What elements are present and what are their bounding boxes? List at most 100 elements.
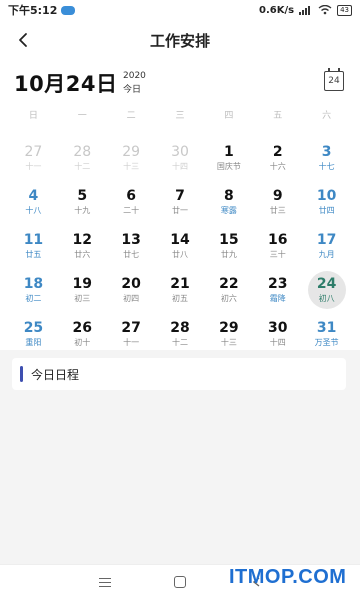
- lunar-label: 十八: [25, 206, 42, 215]
- day-number: 13: [121, 232, 141, 248]
- lunar-label: 十三: [123, 162, 140, 171]
- lunar-label: 初十: [74, 338, 91, 347]
- lunar-label: 廿一: [172, 206, 188, 215]
- lunar-label: 十二: [74, 162, 91, 171]
- day-number: 23: [267, 276, 288, 292]
- lunar-label: 廿五: [25, 250, 42, 259]
- page-title: 工作安排: [149, 32, 210, 50]
- calendar-day[interactable]: 6 二十: [107, 182, 156, 226]
- calendar-day[interactable]: 10 廿四: [302, 182, 351, 226]
- calendar-day[interactable]: 15 廿九: [204, 226, 253, 270]
- calendar-day[interactable]: 27 十一: [9, 138, 58, 182]
- lunar-label: 重阳: [25, 338, 42, 347]
- lunar-label: 国庆节: [216, 162, 241, 171]
- calendar-day[interactable]: 11 廿五: [9, 226, 58, 270]
- weekday-label: 四: [224, 111, 234, 121]
- day-number: 28: [170, 320, 190, 336]
- calendar-day[interactable]: 14 廿八: [156, 226, 205, 270]
- calendar-day[interactable]: 3 十七: [302, 138, 351, 182]
- lunar-label: 十七: [318, 162, 335, 171]
- day-number: 16: [267, 232, 288, 248]
- day-number: 3: [321, 144, 332, 160]
- lunar-label: 十三: [220, 338, 237, 347]
- calendar-day[interactable]: 12 廿六: [58, 226, 107, 270]
- current-year: 2020: [123, 71, 146, 81]
- lunar-label: 廿六: [74, 250, 91, 259]
- calendar-day[interactable]: 30 十四: [156, 138, 205, 182]
- calendar-week-row: 27 十一 28 十二 29 十三 30 十四 1 国庆节 2 十六 3 十七: [9, 138, 351, 182]
- lunar-label: 寒露: [220, 206, 237, 215]
- calendar-day[interactable]: 22 初六: [204, 270, 253, 314]
- calendar-day[interactable]: 29 十三: [107, 138, 156, 182]
- calendar-day[interactable]: 28 十二: [58, 138, 107, 182]
- calendar-day[interactable]: 8 寒露: [204, 182, 253, 226]
- calendar-day-today[interactable]: 24 初八: [302, 270, 351, 314]
- day-number: 21: [170, 276, 190, 292]
- calendar-day[interactable]: 4 十八: [9, 182, 58, 226]
- weekday-header: 日 一 二 三 四 五 六: [0, 108, 360, 130]
- signal-icon: [299, 6, 311, 15]
- day-number: 4: [28, 188, 39, 204]
- lunar-label: 十四: [172, 162, 188, 171]
- lunar-label: 二十: [123, 206, 140, 215]
- watermark: ITMOP.COM: [229, 566, 347, 588]
- day-number: 9: [272, 188, 283, 204]
- lunar-label: 初六: [220, 294, 237, 303]
- lunar-label: 十六: [269, 162, 286, 171]
- day-number: 14: [170, 232, 190, 248]
- day-number: 30: [171, 144, 189, 160]
- day-number: 25: [23, 320, 44, 336]
- calendar-day[interactable]: 1 国庆节: [204, 138, 253, 182]
- calendar-day[interactable]: 23 霜降: [253, 270, 302, 314]
- lunar-label: 十二: [172, 338, 188, 347]
- lunar-label: 万圣节: [314, 338, 339, 347]
- schedule-accent-bar: [20, 366, 23, 382]
- status-bar: 下午5:12 0.6K/s 43: [0, 0, 360, 20]
- today-schedule-card[interactable]: 今日日程: [12, 358, 346, 390]
- lunar-label: 十四: [269, 338, 286, 347]
- status-time: 下午5:12: [8, 4, 58, 17]
- today-label: 今日: [123, 85, 142, 95]
- day-number: 26: [72, 320, 93, 336]
- weekday-label: 二: [126, 111, 136, 121]
- calendar-icon[interactable]: 24: [324, 68, 344, 91]
- home-icon[interactable]: [174, 576, 186, 588]
- calendar-day[interactable]: 5 十九: [58, 182, 107, 226]
- lunar-label: 初八: [318, 294, 335, 303]
- calendar-day[interactable]: 13 廿七: [107, 226, 156, 270]
- calendar-day[interactable]: 20 初四: [107, 270, 156, 314]
- calendar-week-row: 18 初二 19 初三 20 初四 21 初五 22 初六 23 霜降 24 初八: [9, 270, 351, 314]
- calendar-day[interactable]: 18 初二: [9, 270, 58, 314]
- calendar-week-row: 4 十八 5 十九 6 二十 7 廿一 8 寒露 9 廿三 10 廿四: [9, 182, 351, 226]
- day-number: 10: [316, 188, 337, 204]
- weekday-label: 六: [322, 111, 332, 121]
- calendar-day[interactable]: 21 初五: [156, 270, 205, 314]
- calendar-day[interactable]: 9 廿三: [253, 182, 302, 226]
- title-bar: 工作安排: [0, 22, 360, 58]
- lunar-label: 廿八: [172, 250, 188, 259]
- day-number: 18: [23, 276, 44, 292]
- calendar-day[interactable]: 7 廿一: [156, 182, 205, 226]
- day-number: 5: [77, 188, 88, 204]
- day-number: 6: [126, 188, 137, 204]
- calendar-day[interactable]: 2 十六: [253, 138, 302, 182]
- lunar-label: 三十: [269, 250, 286, 259]
- day-number: 30: [267, 320, 288, 336]
- wifi-icon: [318, 5, 332, 15]
- lunar-label: 十九: [74, 206, 91, 215]
- lunar-label: 九月: [318, 250, 335, 259]
- cloud-icon: [61, 5, 76, 15]
- day-number: 29: [122, 144, 141, 160]
- calendar-day[interactable]: 16 三十: [253, 226, 302, 270]
- day-number: 27: [121, 320, 141, 336]
- calendar-day[interactable]: 17 九月: [302, 226, 351, 270]
- calendar-day[interactable]: 19 初三: [58, 270, 107, 314]
- lunar-label: 廿九: [220, 250, 237, 259]
- lunar-label: 初二: [25, 294, 42, 303]
- weekday-label: 五: [273, 111, 283, 121]
- schedule-area: 今日日程: [0, 350, 360, 564]
- lunar-label: 初三: [74, 294, 91, 303]
- menu-icon[interactable]: [99, 578, 111, 587]
- lunar-label: 廿七: [123, 250, 140, 259]
- lunar-label: 十一: [123, 338, 140, 347]
